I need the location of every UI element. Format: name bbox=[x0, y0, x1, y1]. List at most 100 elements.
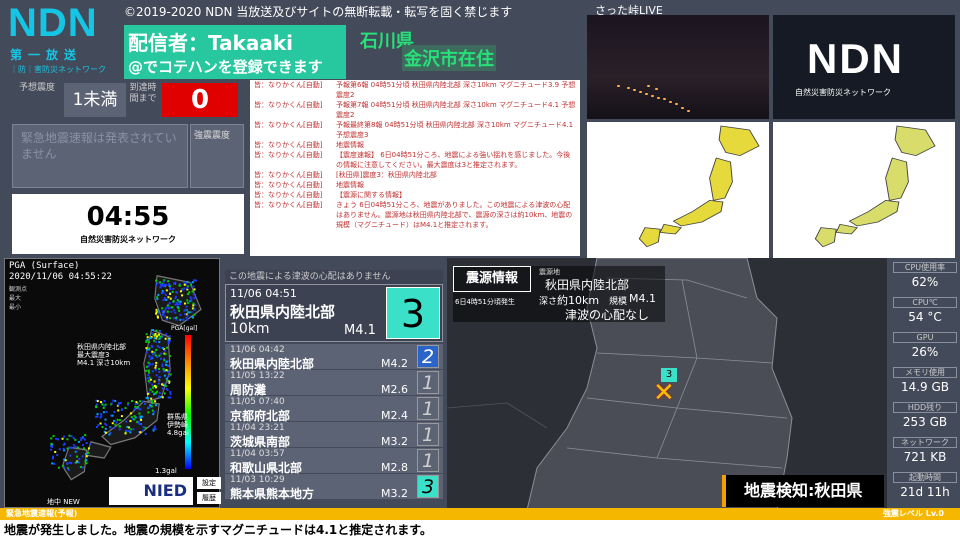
pga-station bbox=[170, 310, 173, 313]
camera-light bbox=[633, 89, 636, 91]
epicenter-title: 震源情報 bbox=[453, 266, 531, 292]
chat-user: 皆：なりかくん[自動] bbox=[254, 101, 323, 109]
pga-station bbox=[178, 309, 181, 312]
pga-station bbox=[146, 336, 149, 339]
pga-station bbox=[160, 383, 163, 386]
pga-station bbox=[167, 280, 170, 283]
stat-value: 21d 11h bbox=[900, 485, 950, 499]
pga-unit: PGA[gal] bbox=[171, 325, 198, 332]
pga-station bbox=[99, 401, 102, 404]
estimate-label: 予想震度 bbox=[18, 83, 55, 93]
location-box: 石川県 金沢市在住 bbox=[350, 25, 575, 79]
chat-user: 皆：なりかくん[自動] bbox=[254, 201, 323, 209]
history-mag: M3.2 bbox=[381, 435, 408, 448]
settings-button[interactable]: 設定 bbox=[197, 477, 221, 489]
estimate-value: 1未満 bbox=[64, 83, 126, 117]
map-landmass bbox=[848, 199, 900, 227]
pga-station bbox=[172, 300, 175, 303]
pga-station bbox=[161, 396, 164, 399]
quake-history-row[interactable]: 11/05 13:22 周防灘 M2.6 1 bbox=[225, 370, 443, 397]
pga-station bbox=[162, 280, 165, 283]
history-time: 11/03 10:29 bbox=[230, 475, 285, 485]
camera-light bbox=[627, 87, 630, 89]
quake-history-row[interactable]: 11/06 04:42 秋田県内陸北部 M4.2 2 bbox=[225, 344, 443, 371]
pga-station bbox=[153, 410, 156, 413]
quake-history-row[interactable]: 11/04 03:57 和歌山県北部 M2.8 1 bbox=[225, 448, 443, 475]
epicenter-cross-icon: ✕ bbox=[653, 378, 675, 408]
pga-header: PGA (Surface) 2020/11/06 04:55:22 bbox=[9, 261, 112, 282]
pga-station bbox=[76, 455, 79, 458]
chat-user: 皆：なりかくん[自動] bbox=[254, 191, 323, 199]
pga-station bbox=[141, 400, 144, 403]
pga-station bbox=[166, 310, 169, 313]
pga-color-scale bbox=[185, 335, 191, 469]
pga-station bbox=[66, 462, 69, 465]
pga-station bbox=[102, 411, 105, 414]
chat-body: 地震情報 bbox=[336, 181, 364, 189]
pga-station bbox=[95, 403, 98, 406]
pga-station bbox=[151, 383, 154, 386]
pga-station bbox=[154, 368, 157, 371]
pga-station bbox=[162, 368, 165, 371]
latest-quake[interactable]: 11/06 04:51 秋田県内陸北部 10km M4.1 3 bbox=[225, 284, 443, 342]
pga-station bbox=[168, 335, 171, 338]
pga-station bbox=[72, 444, 75, 447]
pga-station bbox=[148, 363, 151, 366]
pga-station bbox=[129, 412, 132, 415]
quake-history-row[interactable]: 11/05 07:40 京都府北部 M2.4 1 bbox=[225, 396, 443, 423]
chat-body: きょう 6日04時51分ころ、地震がありました。この地震による津波の心配はありま… bbox=[336, 201, 573, 229]
pga-station bbox=[153, 336, 156, 339]
pga-station bbox=[104, 431, 107, 434]
stat-value: 54 °C bbox=[908, 310, 942, 324]
news-ticker: 地震が発生しました。地震の規模を示すマグニチュードは4.1と推定されます。 bbox=[0, 520, 960, 540]
stat-label: 起動時間 bbox=[893, 472, 957, 483]
pga-station bbox=[97, 424, 100, 427]
pga-station bbox=[148, 371, 151, 374]
pga-station bbox=[168, 355, 171, 358]
pga-station bbox=[80, 439, 83, 442]
copyright-notice: ©2019-2020 NDN 当放送及びサイトの無断転載・転写を固く禁じます bbox=[124, 5, 513, 19]
history-time: 11/05 07:40 bbox=[230, 397, 285, 407]
chat-log[interactable]: 皆：なりかくん[自動] 予報第6報 04時51分頃 秋田県内陸北部 深さ10km … bbox=[250, 80, 580, 256]
pga-station bbox=[150, 344, 153, 347]
history-button[interactable]: 履歴 bbox=[197, 492, 221, 504]
pga-station bbox=[149, 388, 152, 391]
pga-station bbox=[176, 306, 179, 309]
camera-light bbox=[617, 85, 620, 87]
pga-station bbox=[178, 303, 181, 306]
pga-station bbox=[153, 384, 156, 387]
pga-station bbox=[161, 310, 164, 313]
pga-station bbox=[63, 435, 66, 438]
pga-station bbox=[151, 370, 154, 373]
pga-station bbox=[67, 468, 70, 471]
camera-light bbox=[663, 98, 666, 100]
pga-station bbox=[50, 437, 53, 440]
pga-annotation-2: 群馬県 伊勢崎 4.8gal bbox=[167, 413, 189, 437]
history-intensity: 1 bbox=[417, 423, 439, 446]
chat-body: 【震度速報】 6日04時51分ころ、地震による強い揺れを感じました。今後の情報に… bbox=[336, 151, 571, 169]
pga-station bbox=[147, 380, 150, 383]
pga-station bbox=[51, 445, 54, 448]
camera-light bbox=[675, 103, 678, 105]
pga-station bbox=[174, 303, 177, 306]
pga-station bbox=[183, 287, 186, 290]
pga-station bbox=[193, 296, 196, 299]
pga-station bbox=[55, 437, 58, 440]
pga-station bbox=[136, 406, 139, 409]
pga-station bbox=[117, 409, 120, 412]
pga-station bbox=[163, 359, 166, 362]
pga-station bbox=[112, 426, 115, 429]
pga-station bbox=[174, 311, 177, 314]
pga-station bbox=[135, 401, 138, 404]
pga-station bbox=[82, 447, 85, 450]
pga-station bbox=[108, 433, 111, 436]
pga-station bbox=[139, 400, 142, 403]
epicenter-time: 6日4時51分頃発生 bbox=[455, 298, 515, 306]
pga-station bbox=[69, 461, 72, 464]
pga-station bbox=[89, 443, 92, 446]
detection-banner: 地震検知:秋田県 bbox=[722, 475, 884, 507]
pga-station bbox=[158, 370, 161, 373]
pga-station bbox=[140, 418, 143, 421]
quake-history-row[interactable]: 11/04 23:21 茨城県南部 M3.2 1 bbox=[225, 422, 443, 449]
quake-history-row[interactable]: 11/03 10:29 熊本県熊本地方 M3.2 3 bbox=[225, 474, 443, 501]
